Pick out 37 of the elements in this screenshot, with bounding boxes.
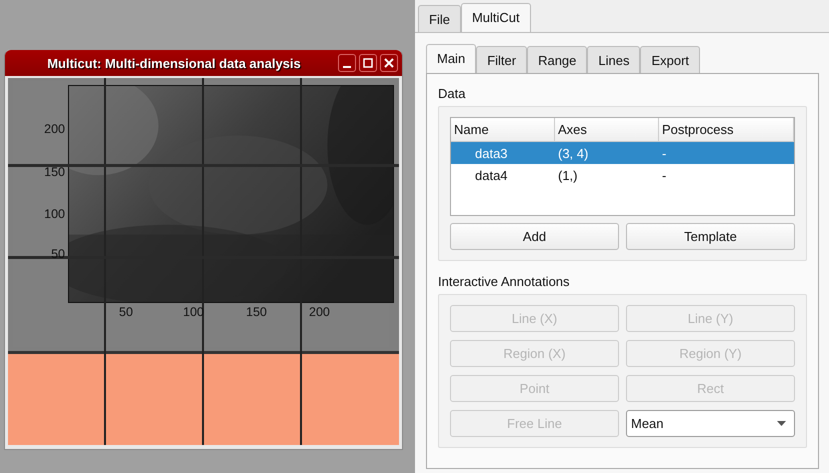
table-row[interactable]: data4 (1,) - (451, 164, 794, 186)
tab[interactable]: Lines (587, 46, 640, 73)
table-cell-text: (1,) (557, 168, 578, 182)
table-cell-text: (3, 4) (557, 146, 590, 160)
close-icon (384, 58, 394, 68)
action-button[interactable]: Add (450, 223, 619, 250)
column-header[interactable]: Postprocess (659, 118, 794, 141)
table-row[interactable]: data3 (3, 4) - (451, 142, 794, 164)
tab[interactable]: MultiCut (460, 3, 531, 32)
section-label: Interactive Annotations (438, 274, 571, 289)
dropdown[interactable]: Mean (626, 410, 795, 437)
window-title: Multicut: Multi-dimensional data analysis (46, 56, 302, 70)
axis-tick-label: 50 (119, 306, 133, 319)
column-header[interactable]: Name (451, 118, 555, 141)
axis-tick-label: 200 (309, 306, 330, 319)
tab[interactable]: Main (426, 44, 476, 73)
maximize-button[interactable] (359, 54, 377, 72)
minimize-button[interactable] (338, 54, 356, 72)
column-header[interactable]: Axes (555, 118, 659, 141)
table-cell-text: data4 (474, 168, 509, 182)
table-cell-text: - (661, 146, 668, 160)
maximize-icon (363, 58, 373, 68)
table-cell-text: data3 (474, 146, 509, 160)
table-cell-text: - (661, 168, 668, 182)
close-button[interactable] (380, 54, 398, 72)
minimize-icon (343, 66, 351, 68)
tab[interactable]: Range (527, 46, 588, 73)
action-button[interactable]: Template (626, 223, 795, 250)
tab[interactable]: Export (640, 46, 700, 73)
tab[interactable]: Filter (476, 46, 528, 73)
caret-icon (777, 421, 786, 426)
axis-tick-label: 150 (246, 306, 267, 319)
tab[interactable]: File (418, 5, 461, 32)
section-label: Data (438, 86, 466, 101)
axis-tick-label: 100 (44, 208, 65, 221)
axis-tick-label: 200 (44, 123, 65, 136)
axis-tick-label: 150 (44, 166, 65, 179)
